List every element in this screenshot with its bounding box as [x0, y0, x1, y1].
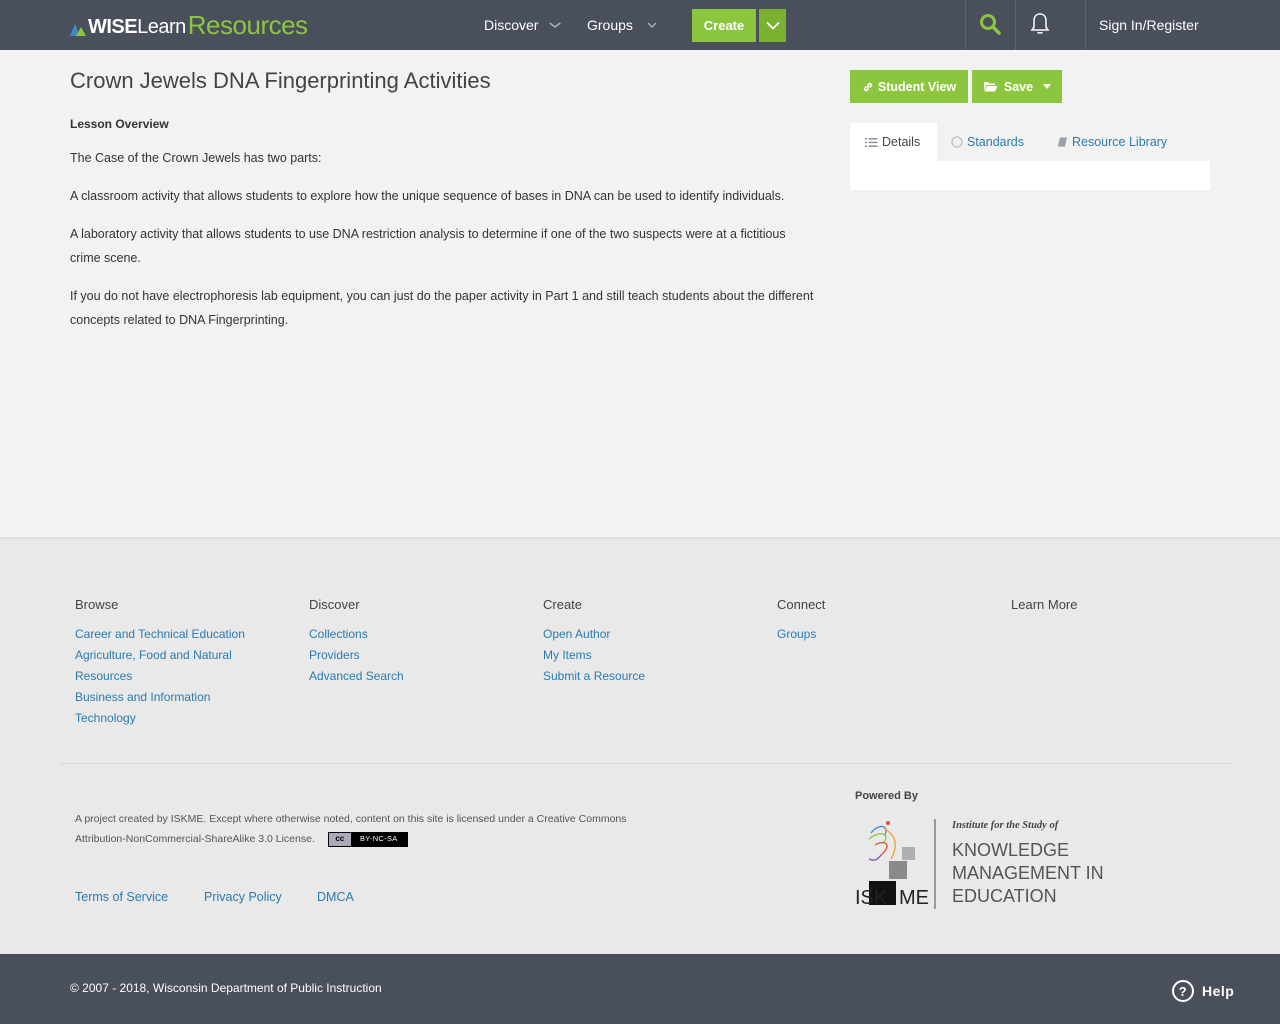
tab-standards[interactable]: Standards — [951, 123, 1024, 161]
overview-paragraph: A classroom activity that allows student… — [70, 189, 785, 203]
footer-heading: Connect — [777, 597, 826, 612]
copyright-text: © 2007 - 2018, Wisconsin Department of P… — [70, 981, 382, 995]
bottom-bar: © 2007 - 2018, Wisconsin Department of P… — [0, 954, 1280, 1024]
iskme-tagline: Institute for the Study of — [951, 820, 1060, 831]
footer-column-browse: Browse Career and Technical Education Ag… — [75, 597, 275, 729]
iskme-wordmark-left: ISK — [855, 887, 888, 909]
nav-discover-label: Discover — [484, 17, 539, 33]
tab-standards-label: Standards — [967, 135, 1024, 149]
license-notice: A project created by ISKME. Except where… — [75, 809, 635, 849]
nav-divider — [965, 0, 966, 50]
footer-column-create: Create Open Author My Items Submit a Res… — [543, 597, 743, 687]
nav-groups[interactable]: Groups — [587, 0, 657, 50]
caret-down-icon — [1043, 84, 1052, 89]
footer-column-connect: Connect Groups — [777, 597, 977, 645]
footer-link[interactable]: Open Author — [543, 624, 743, 645]
tab-details-label: Details — [882, 135, 921, 149]
student-view-label: Student View — [877, 79, 957, 94]
help-circle-icon: ? — [1172, 980, 1194, 1002]
tab-details[interactable]: Details — [850, 123, 937, 161]
footer-link[interactable]: Career and Technical Education — [75, 624, 275, 645]
nav-divider — [1015, 0, 1016, 50]
iskme-line2: MANAGEMENT IN — [952, 863, 1104, 883]
cc-badge-cc: cc — [328, 832, 351, 846]
nav-divider — [1085, 0, 1086, 50]
nav-discover[interactable]: Discover — [484, 0, 562, 50]
site-footer: Browse Career and Technical Education Ag… — [0, 537, 1280, 954]
circle-icon — [951, 136, 963, 148]
terms-of-service-link[interactable]: Terms of Service — [75, 890, 168, 904]
iskme-logo[interactable]: ISK ME Institute for the Study of KNOWLE… — [855, 815, 1115, 915]
footer-heading: Discover — [309, 597, 360, 612]
logo-mark-icon — [70, 22, 86, 36]
save-label: Save — [1003, 79, 1034, 94]
footer-divider — [60, 763, 1230, 764]
footer-column-discover: Discover Collections Providers Advanced … — [309, 597, 509, 687]
overview-paragraph: If you do not have electrophoresis lab e… — [70, 289, 814, 327]
save-button[interactable]: Save — [972, 70, 1062, 103]
footer-link[interactable]: Submit a Resource — [543, 666, 743, 687]
help-button[interactable]: ? Help — [1172, 978, 1234, 1004]
student-view-button[interactable]: Student View — [850, 70, 968, 103]
chevron-down-icon — [765, 21, 780, 30]
powered-by-label: Powered By — [855, 790, 918, 802]
footer-link[interactable]: Groups — [777, 624, 977, 645]
footer-link[interactable]: Collections — [309, 624, 509, 645]
list-icon — [865, 137, 878, 147]
tab-resource-library-label: Resource Library — [1072, 135, 1168, 149]
privacy-policy-link[interactable]: Privacy Policy — [204, 890, 282, 904]
footer-link[interactable]: Business and Information Technology — [75, 687, 235, 729]
iskme-line1: KNOWLEDGE — [952, 840, 1069, 860]
logo-resources-text: Resources — [187, 10, 308, 40]
footer-link[interactable]: Advanced Search — [309, 666, 509, 687]
sign-in-register-link[interactable]: Sign In/Register — [1099, 0, 1199, 50]
lesson-overview-heading: Lesson Overview — [70, 117, 169, 131]
cc-license-badge[interactable]: cc BY-NC-SA — [327, 831, 408, 847]
resource-tabs: Details Standards Resource Library — [850, 123, 1210, 161]
nav-groups-label: Groups — [587, 17, 633, 33]
iskme-line3: EDUCATION — [952, 886, 1057, 906]
cc-badge-terms: BY-NC-SA — [350, 832, 407, 846]
site-logo[interactable]: WISE Learn Resources — [70, 12, 308, 38]
overview-paragraph: A laboratory activity that allows studen… — [70, 227, 786, 265]
overview-paragraph: The Case of the Crown Jewels has two par… — [70, 151, 322, 165]
footer-heading: Learn More — [1011, 597, 1078, 612]
dmca-link[interactable]: DMCA — [317, 890, 354, 904]
create-button[interactable]: Create — [692, 9, 756, 42]
bell-icon[interactable] — [1030, 12, 1050, 36]
chevron-down-icon — [549, 22, 562, 29]
tab-panel-details — [850, 161, 1210, 190]
top-navbar: WISE Learn Resources Discover Groups Cre… — [0, 0, 1280, 50]
footer-link[interactable]: Providers — [309, 645, 509, 666]
link-icon — [863, 82, 873, 91]
book-icon — [1058, 137, 1067, 147]
chevron-down-icon — [647, 22, 657, 29]
footer-link[interactable]: Agriculture, Food and Natural Resources — [75, 645, 255, 687]
footer-heading: Create — [543, 597, 583, 612]
search-icon[interactable] — [979, 13, 1001, 35]
footer-link[interactable]: My Items — [543, 645, 743, 666]
footer-column-learn-more: Learn More — [1011, 597, 1211, 624]
iskme-wordmark-right: ME — [899, 887, 929, 909]
logo-learn-text: Learn — [137, 16, 186, 38]
create-dropdown-toggle[interactable] — [759, 9, 786, 42]
logo-wise-text: WISE — [88, 16, 138, 38]
help-label: Help — [1202, 983, 1235, 999]
folder-open-icon — [983, 82, 998, 92]
page-title: Crown Jewels DNA Fingerprinting Activiti… — [70, 68, 491, 93]
tab-resource-library[interactable]: Resource Library — [1056, 123, 1167, 161]
footer-heading: Browse — [75, 597, 119, 612]
